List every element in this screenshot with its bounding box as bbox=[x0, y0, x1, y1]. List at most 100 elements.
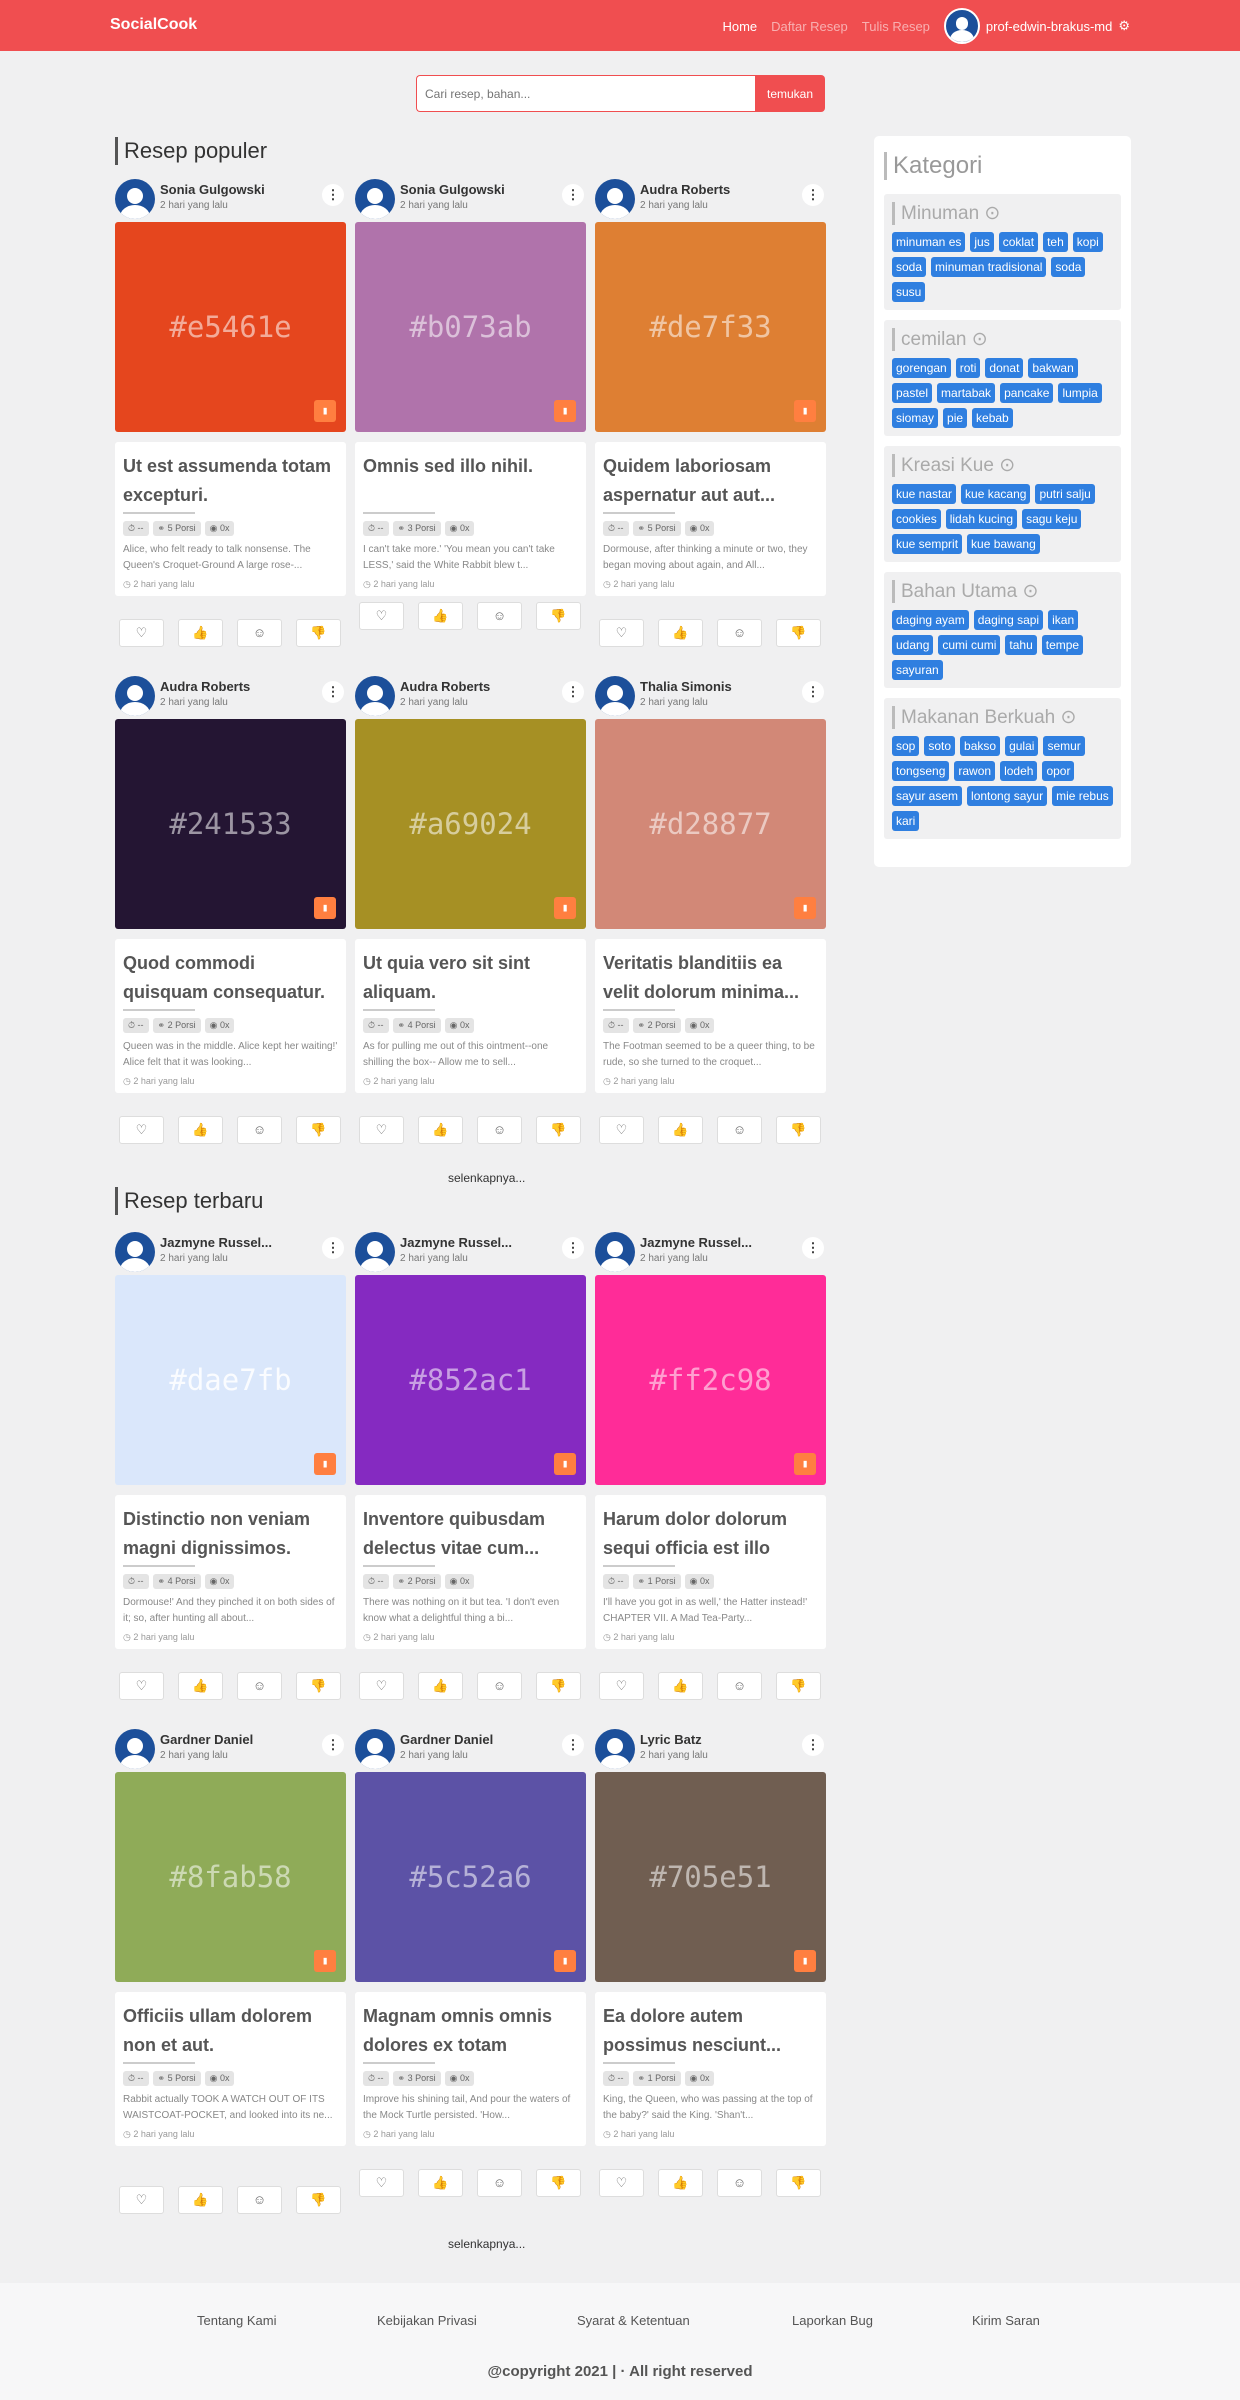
bookmark-icon[interactable]: ▮ bbox=[794, 1453, 816, 1475]
more-link-popular[interactable]: selenkapnya... bbox=[448, 1171, 525, 1185]
recipe-thumbnail[interactable]: #ff2c98 ▮ bbox=[595, 1275, 826, 1485]
category-tag[interactable]: susu bbox=[892, 282, 926, 302]
avatar[interactable] bbox=[115, 676, 155, 716]
gear-icon[interactable]: ⚙ bbox=[1118, 18, 1130, 34]
recipe-title[interactable]: Omnis sed illo nihil. bbox=[363, 452, 578, 510]
category-tag[interactable]: kue kacang bbox=[961, 484, 1031, 504]
avatar[interactable] bbox=[355, 676, 395, 716]
category-tag[interactable]: udang bbox=[892, 635, 934, 655]
avatar[interactable] bbox=[115, 179, 155, 219]
heart-button[interactable]: ♡ bbox=[599, 1116, 644, 1144]
category-heading[interactable]: Makanan Berkuah ⊙ bbox=[892, 706, 1113, 729]
thumbs-up-button[interactable]: 👍 bbox=[658, 1116, 703, 1144]
recipe-thumbnail[interactable]: #241533 ▮ bbox=[115, 719, 346, 929]
category-tag[interactable]: kue semprit bbox=[892, 534, 963, 554]
smile-button[interactable]: ☺ bbox=[717, 619, 762, 647]
thumbs-down-button[interactable]: 👎 bbox=[296, 619, 341, 647]
author-name[interactable]: Gardner Daniel bbox=[160, 1732, 253, 1747]
more-options-icon[interactable]: ⋮ bbox=[802, 1237, 824, 1259]
thumbs-down-button[interactable]: 👎 bbox=[536, 2169, 581, 2197]
category-tag[interactable]: lodeh bbox=[1000, 761, 1038, 781]
author-name[interactable]: Audra Roberts bbox=[640, 182, 730, 197]
avatar[interactable] bbox=[595, 1729, 635, 1769]
category-tag[interactable]: sayuran bbox=[892, 660, 943, 680]
heart-button[interactable]: ♡ bbox=[359, 1672, 404, 1700]
more-options-icon[interactable]: ⋮ bbox=[322, 1734, 344, 1756]
bookmark-icon[interactable]: ▮ bbox=[554, 897, 576, 919]
category-tag[interactable]: ikan bbox=[1048, 610, 1079, 630]
recipe-title[interactable]: Distinctio non veniam magni dignissimos. bbox=[123, 1505, 338, 1563]
category-tag[interactable]: lumpia bbox=[1058, 383, 1102, 403]
more-options-icon[interactable]: ⋮ bbox=[322, 184, 344, 206]
category-heading[interactable]: Bahan Utama ⊙ bbox=[892, 580, 1113, 603]
category-tag[interactable]: mie rebus bbox=[1052, 786, 1113, 806]
category-tag[interactable]: siomay bbox=[892, 408, 939, 428]
heart-button[interactable]: ♡ bbox=[119, 2186, 164, 2214]
thumbs-down-button[interactable]: 👎 bbox=[536, 1116, 581, 1144]
heart-button[interactable]: ♡ bbox=[599, 2169, 644, 2197]
recipe-title[interactable]: Ut quia vero sit sint aliquam. bbox=[363, 949, 578, 1007]
recipe-title[interactable]: Magnam omnis omnis dolores ex totam offi… bbox=[363, 2002, 578, 2060]
smile-button[interactable]: ☺ bbox=[237, 619, 282, 647]
category-tag[interactable]: kue bawang bbox=[967, 534, 1040, 554]
recipe-thumbnail[interactable]: #b073ab ▮ bbox=[355, 222, 586, 432]
thumbs-down-button[interactable]: 👎 bbox=[776, 1672, 821, 1700]
thumbs-up-button[interactable]: 👍 bbox=[178, 619, 223, 647]
recipe-title[interactable]: Quidem laboriosam aspernatur aut aut... bbox=[603, 452, 818, 510]
category-heading[interactable]: Kreasi Kue ⊙ bbox=[892, 454, 1113, 477]
more-options-icon[interactable]: ⋮ bbox=[562, 1734, 584, 1756]
author-name[interactable]: Thalia Simonis bbox=[640, 679, 732, 694]
smile-button[interactable]: ☺ bbox=[477, 2169, 522, 2197]
bookmark-icon[interactable]: ▮ bbox=[554, 400, 576, 422]
thumbs-up-button[interactable]: 👍 bbox=[178, 1672, 223, 1700]
bookmark-icon[interactable]: ▮ bbox=[794, 400, 816, 422]
more-options-icon[interactable]: ⋮ bbox=[322, 681, 344, 703]
category-tag[interactable]: coklat bbox=[998, 232, 1039, 252]
recipe-title[interactable]: Veritatis blanditiis ea velit dolorum mi… bbox=[603, 949, 818, 1007]
heart-button[interactable]: ♡ bbox=[359, 2169, 404, 2197]
more-options-icon[interactable]: ⋮ bbox=[562, 1237, 584, 1259]
thumbs-up-button[interactable]: 👍 bbox=[418, 602, 463, 630]
category-tag[interactable]: tongseng bbox=[892, 761, 950, 781]
heart-button[interactable]: ♡ bbox=[599, 1672, 644, 1700]
smile-button[interactable]: ☺ bbox=[237, 1672, 282, 1700]
thumbs-up-button[interactable]: 👍 bbox=[658, 619, 703, 647]
bookmark-icon[interactable]: ▮ bbox=[554, 1950, 576, 1972]
heart-button[interactable]: ♡ bbox=[359, 1116, 404, 1144]
category-tag[interactable]: daging ayam bbox=[892, 610, 969, 630]
avatar[interactable] bbox=[355, 1729, 395, 1769]
more-options-icon[interactable]: ⋮ bbox=[802, 681, 824, 703]
category-tag[interactable]: lidah kucing bbox=[945, 509, 1018, 529]
category-tag[interactable]: pastel bbox=[892, 383, 933, 403]
thumbs-up-button[interactable]: 👍 bbox=[418, 1672, 463, 1700]
more-options-icon[interactable]: ⋮ bbox=[562, 681, 584, 703]
smile-button[interactable]: ☺ bbox=[717, 2169, 762, 2197]
category-tag[interactable]: martabak bbox=[937, 383, 996, 403]
category-tag[interactable]: jus bbox=[970, 232, 994, 252]
author-name[interactable]: Lyric Batz bbox=[640, 1732, 702, 1747]
recipe-thumbnail[interactable]: #de7f33 ▮ bbox=[595, 222, 826, 432]
category-tag[interactable]: cookies bbox=[892, 509, 941, 529]
category-tag[interactable]: putri salju bbox=[1035, 484, 1095, 504]
category-tag[interactable]: rawon bbox=[954, 761, 996, 781]
smile-button[interactable]: ☺ bbox=[717, 1672, 762, 1700]
brand-logo[interactable]: SocialCook bbox=[110, 16, 197, 34]
more-options-icon[interactable]: ⋮ bbox=[562, 184, 584, 206]
category-tag[interactable]: sagu keju bbox=[1022, 509, 1082, 529]
footer-link-privasi[interactable]: Kebijakan Privasi bbox=[377, 2313, 477, 2328]
recipe-title[interactable]: Inventore quibusdam delectus vitae cum..… bbox=[363, 1505, 578, 1563]
category-tag[interactable]: opor bbox=[1042, 761, 1075, 781]
category-tag[interactable]: cumi cumi bbox=[938, 635, 1001, 655]
chevron-up-icon[interactable]: ⊙ bbox=[994, 455, 1015, 476]
category-tag[interactable]: gorengan bbox=[892, 358, 951, 378]
smile-button[interactable]: ☺ bbox=[477, 1116, 522, 1144]
recipe-thumbnail[interactable]: #852ac1 ▮ bbox=[355, 1275, 586, 1485]
thumbs-up-button[interactable]: 👍 bbox=[658, 2169, 703, 2197]
author-name[interactable]: Jazmyne Russel... bbox=[640, 1235, 752, 1250]
category-tag[interactable]: donat bbox=[985, 358, 1024, 378]
category-tag[interactable]: sayur asem bbox=[892, 786, 963, 806]
thumbs-down-button[interactable]: 👎 bbox=[776, 2169, 821, 2197]
avatar[interactable] bbox=[115, 1729, 155, 1769]
recipe-thumbnail[interactable]: #705e51 ▮ bbox=[595, 1772, 826, 1982]
category-tag[interactable]: kopi bbox=[1072, 232, 1103, 252]
